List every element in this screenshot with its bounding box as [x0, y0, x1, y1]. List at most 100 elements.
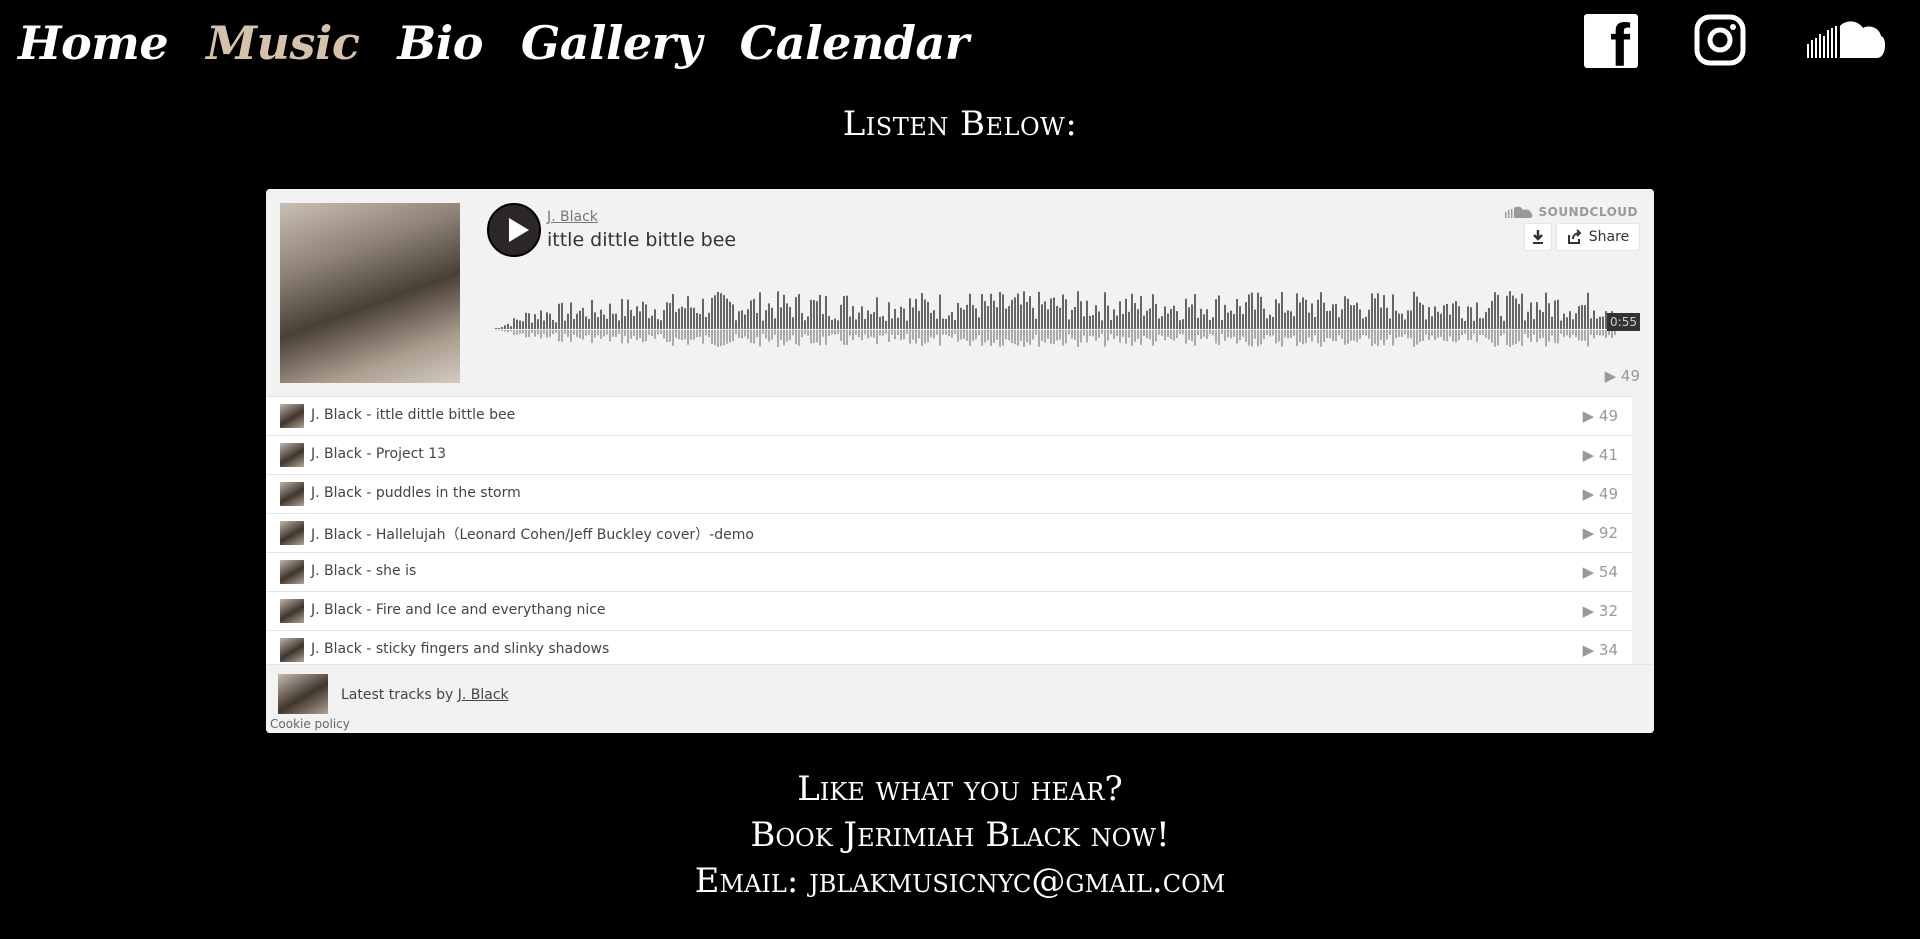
- waveform-reflection: [930, 330, 932, 338]
- waveform-bar: [582, 307, 584, 329]
- waveform-bar: [1080, 301, 1082, 329]
- waveform-reflection: [1485, 330, 1487, 338]
- waveform-bar: [777, 291, 779, 329]
- waveform-reflection: [1392, 330, 1394, 346]
- waveform-reflection: [681, 330, 683, 341]
- waveform-reflection: [642, 330, 644, 343]
- waveform-reflection: [1284, 330, 1286, 338]
- latest-tracks-artist-link[interactable]: J. Black: [458, 687, 509, 703]
- track-row[interactable]: J. Black - Project 13 ▶ 41: [266, 435, 1632, 474]
- waveform-reflection: [1005, 330, 1007, 340]
- track-row[interactable]: J. Black - she is ▶ 54: [266, 552, 1632, 591]
- artist-avatar[interactable]: [278, 674, 328, 714]
- track-thumbnail: [280, 482, 304, 506]
- track-label: J. Black - Hallelujah（Leonard Cohen/Jeff…: [311, 527, 754, 543]
- track-label: J. Black - Project 13: [311, 446, 447, 462]
- track-row[interactable]: J. Black - ittle dittle bittle bee ▶ 49: [266, 396, 1632, 435]
- waveform-bar: [1563, 313, 1565, 329]
- track-artwork[interactable]: [280, 203, 460, 383]
- waveform-bar: [1197, 317, 1199, 329]
- waveform-bar: [570, 302, 572, 329]
- cookie-policy-link[interactable]: Cookie policy: [270, 717, 350, 731]
- waveform-reflection: [1317, 330, 1319, 344]
- waveform-bar: [888, 302, 890, 329]
- waveform-reflection: [1185, 330, 1187, 344]
- waveform-bar: [786, 303, 788, 329]
- waveform-bar: [747, 309, 749, 329]
- waveform-bar: [891, 318, 893, 329]
- waveform-reflection: [1029, 330, 1031, 345]
- waveform-bar: [636, 306, 638, 329]
- facebook-icon[interactable]: f: [1584, 14, 1638, 68]
- waveform-bar: [960, 307, 962, 329]
- waveform-bar: [681, 306, 683, 329]
- waveform-bar: [987, 306, 989, 329]
- track-row[interactable]: J. Black - Hallelujah（Leonard Cohen/Jeff…: [266, 513, 1632, 552]
- waveform-reflection: [777, 330, 779, 347]
- waveform-bar: [999, 291, 1001, 329]
- waveform-bar: [1509, 291, 1511, 329]
- track-row[interactable]: J. Black - Fire and Ice and everythang n…: [266, 591, 1632, 630]
- waveform-reflection: [903, 330, 905, 340]
- waveform[interactable]: [492, 277, 1632, 363]
- waveform-reflection: [774, 330, 776, 335]
- waveform-reflection: [762, 330, 764, 334]
- waveform-reflection: [1575, 330, 1577, 338]
- waveform-reflection: [1272, 330, 1274, 336]
- waveform-reflection: [1305, 330, 1307, 344]
- waveform-reflection: [1167, 330, 1169, 337]
- waveform-reflection: [522, 330, 524, 334]
- waveform-reflection: [1554, 330, 1556, 343]
- soundcloud-icon[interactable]: [1805, 14, 1887, 68]
- waveform-bar: [606, 318, 608, 329]
- instagram-icon[interactable]: [1694, 14, 1746, 66]
- track-row[interactable]: J. Black - puddles in the storm ▶ 49: [266, 474, 1632, 513]
- waveform-bar: [1047, 309, 1049, 329]
- play-button[interactable]: [487, 203, 541, 257]
- waveform-bar: [915, 298, 917, 329]
- waveform-reflection: [1341, 330, 1343, 339]
- soundcloud-logo[interactable]: SOUNDCLOUD: [1505, 205, 1638, 219]
- waveform-reflection: [1014, 330, 1016, 345]
- waveform-reflection: [1122, 330, 1124, 337]
- waveform-reflection: [1071, 330, 1073, 339]
- waveform-bar: [1245, 302, 1247, 329]
- waveform-bar: [744, 314, 746, 329]
- waveform-reflection: [1152, 330, 1154, 346]
- waveform-bar: [1164, 306, 1166, 329]
- cta-email[interactable]: Email: jblakmusicnyc@gmail.com: [0, 858, 1920, 904]
- waveform-reflection: [1383, 330, 1385, 346]
- waveform-bar: [1377, 293, 1379, 329]
- waveform-bar: [1386, 307, 1388, 329]
- share-button[interactable]: Share: [1556, 223, 1640, 251]
- waveform-reflection: [1044, 330, 1046, 343]
- waveform-reflection: [1242, 330, 1244, 337]
- waveform-bar: [951, 311, 953, 329]
- waveform-bar: [1206, 309, 1208, 329]
- waveform-reflection: [1170, 330, 1172, 340]
- waveform-reflection: [666, 330, 668, 343]
- waveform-reflection: [588, 330, 590, 335]
- waveform-reflection: [891, 330, 893, 335]
- waveform-bar: [1116, 315, 1118, 329]
- download-button[interactable]: [1524, 223, 1552, 251]
- waveform-reflection: [765, 330, 767, 339]
- waveform-reflection: [732, 330, 734, 342]
- waveform-reflection: [873, 330, 875, 338]
- waveform-bar: [507, 323, 509, 329]
- artist-link[interactable]: J. Black: [547, 209, 598, 225]
- waveform-reflection: [1539, 330, 1541, 339]
- waveform-bar: [771, 307, 773, 329]
- waveform-reflection: [1326, 330, 1328, 339]
- waveform-reflection: [627, 330, 629, 344]
- waveform-bar: [1272, 316, 1274, 329]
- waveform-reflection: [1191, 330, 1193, 342]
- track-label: J. Black - puddles in the storm: [311, 485, 521, 501]
- waveform-bar: [903, 308, 905, 329]
- waveform-bar: [819, 294, 821, 329]
- waveform-reflection: [1062, 330, 1064, 346]
- waveform-reflection: [1587, 330, 1589, 347]
- track-title[interactable]: ittle dittle bittle bee: [547, 229, 736, 251]
- waveform-reflection: [888, 330, 890, 343]
- waveform-bar: [519, 320, 521, 329]
